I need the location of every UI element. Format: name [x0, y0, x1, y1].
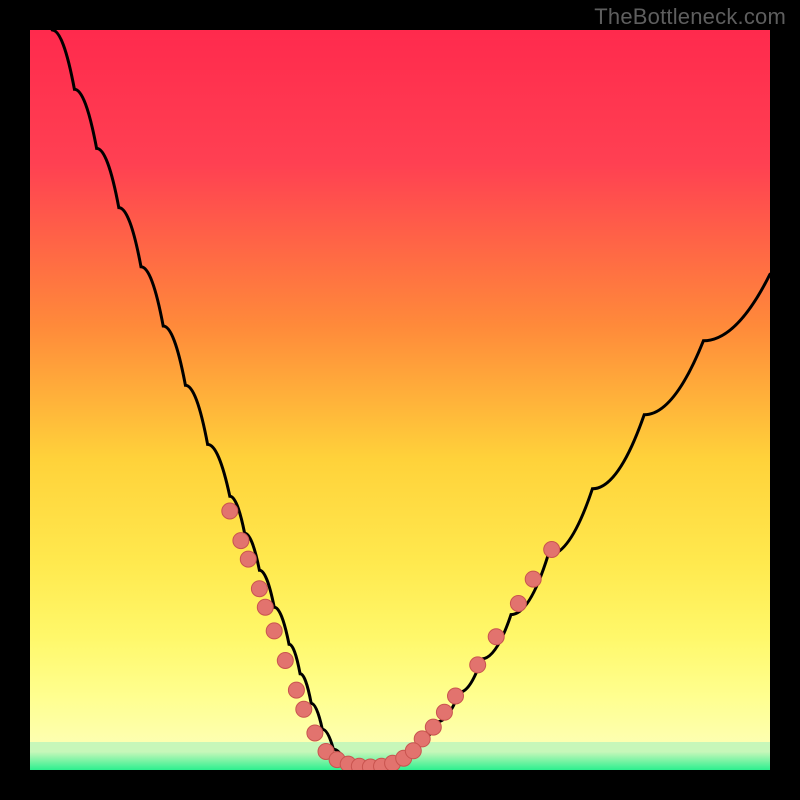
data-dots [222, 503, 560, 770]
data-dot [251, 581, 267, 597]
chart-frame: TheBottleneck.com [0, 0, 800, 800]
plot-area [30, 30, 770, 770]
watermark-text: TheBottleneck.com [594, 4, 786, 30]
data-dot [525, 571, 541, 587]
data-dot [277, 653, 293, 669]
chart-svg [30, 30, 770, 770]
data-dot [470, 657, 486, 673]
data-dot [222, 503, 238, 519]
data-dot [544, 542, 560, 558]
data-dot [288, 682, 304, 698]
bottleneck-curve [52, 30, 770, 769]
data-dot [510, 596, 526, 612]
data-dot [266, 623, 282, 639]
data-dot [296, 701, 312, 717]
data-dot [436, 704, 452, 720]
data-dot [405, 743, 421, 759]
data-dot [425, 719, 441, 735]
data-dot [448, 688, 464, 704]
data-dot [233, 533, 249, 549]
data-dot [488, 629, 504, 645]
data-dot [307, 725, 323, 741]
data-dot [257, 599, 273, 615]
data-dot [240, 551, 256, 567]
